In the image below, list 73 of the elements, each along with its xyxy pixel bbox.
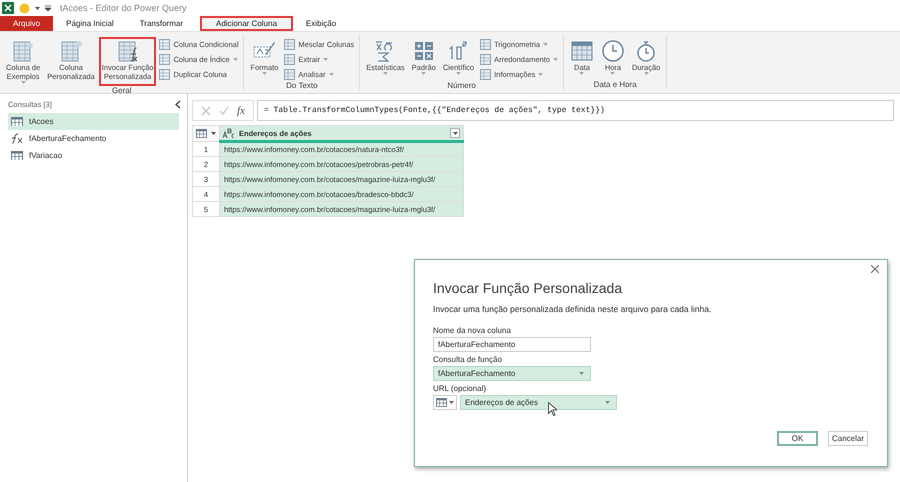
table-icon xyxy=(11,116,23,126)
caret-icon xyxy=(605,401,610,404)
calendar-icon xyxy=(570,39,594,63)
mouse-pointer-icon xyxy=(548,402,557,416)
cancel-button[interactable]: Cancelar xyxy=(828,431,868,446)
dropdown-field[interactable]: fAberturaFechamento xyxy=(433,366,591,381)
group-label: Número xyxy=(446,81,477,91)
column-icon xyxy=(480,38,492,50)
input-field[interactable]: fAberturaFechamento xyxy=(433,337,591,352)
column-icon xyxy=(480,68,492,80)
field-label: URL (opcional) xyxy=(433,384,488,393)
filter-dropdown-button[interactable] xyxy=(450,128,460,138)
text-type-icon xyxy=(223,128,235,138)
column-icon xyxy=(159,54,170,64)
field-label: Consulta de função xyxy=(433,355,503,364)
group-label: Geral xyxy=(110,86,133,96)
query-item[interactable]: tAcoes xyxy=(8,113,179,130)
formula-field[interactable]: = Table.TransformColumnTypes(Fonte,{{"Endereços de ações", type text}}) xyxy=(256,100,894,121)
table-icon xyxy=(11,150,23,160)
dialog-description: Invocar uma função personalizada definida neste arquivo para cada linha. xyxy=(433,304,712,314)
column-icon xyxy=(284,54,296,64)
table-menu-button[interactable] xyxy=(192,126,220,142)
caret-icon xyxy=(543,42,548,46)
caret-icon xyxy=(211,132,216,135)
caret-icon xyxy=(35,6,40,10)
ribbon-tab[interactable]: Adicionar Coluna xyxy=(200,16,293,31)
close-button[interactable] xyxy=(869,263,881,275)
column-icon xyxy=(480,54,492,64)
caret-icon xyxy=(20,81,26,84)
dropdown-field[interactable]: Endereços de ações xyxy=(460,395,617,410)
table-function-icon xyxy=(116,39,140,63)
query-name: tAcoes xyxy=(29,117,54,126)
caret-icon xyxy=(382,72,388,75)
query-name: fAberturaFechamento xyxy=(29,134,106,143)
type-selector-button[interactable] xyxy=(433,395,457,410)
customize-menu-icon[interactable] xyxy=(45,5,51,11)
field-label: Nome da nova coluna xyxy=(433,326,512,335)
check-icon[interactable] xyxy=(219,106,229,116)
query-item[interactable]: fAberturaFechamento xyxy=(8,130,179,147)
column-icon xyxy=(159,68,170,80)
caret-icon xyxy=(323,58,328,60)
table-icon xyxy=(436,398,447,408)
column-icon xyxy=(284,38,296,50)
caret-icon xyxy=(456,72,461,75)
group-label: Do Texto xyxy=(285,81,319,91)
table-gear-icon xyxy=(58,39,83,63)
caret-icon xyxy=(262,72,267,75)
caret-icon xyxy=(328,72,334,76)
caret-icon xyxy=(538,72,544,76)
collapse-chevron-icon[interactable] xyxy=(175,100,181,109)
table-icon xyxy=(196,128,207,138)
group-label: Data e Hora xyxy=(592,80,638,90)
caret-icon xyxy=(552,58,558,60)
column-icon xyxy=(159,38,170,50)
caret-icon xyxy=(452,132,458,134)
insert-function-button[interactable]: fx xyxy=(237,104,245,116)
caret-icon xyxy=(421,72,426,75)
clock-icon xyxy=(600,39,625,63)
function-icon xyxy=(11,133,23,144)
caret-icon xyxy=(579,72,584,75)
caret-icon xyxy=(644,72,649,75)
table-sparkle-icon xyxy=(11,39,36,63)
caret-icon xyxy=(232,58,238,60)
caret-icon xyxy=(449,401,454,404)
query-item[interactable]: fVariacao xyxy=(8,147,179,164)
caret-icon xyxy=(610,72,616,75)
file-tab[interactable]: Arquivo xyxy=(0,16,54,31)
window-title: tAcoes - Editor do Power Query xyxy=(60,3,187,13)
column-icon xyxy=(284,68,296,80)
dialog-title: Invocar Função Personalizada xyxy=(433,280,624,296)
ok-button[interactable]: OK xyxy=(777,431,818,446)
query-name: fVariacao xyxy=(29,151,62,160)
caret-icon xyxy=(579,372,584,375)
